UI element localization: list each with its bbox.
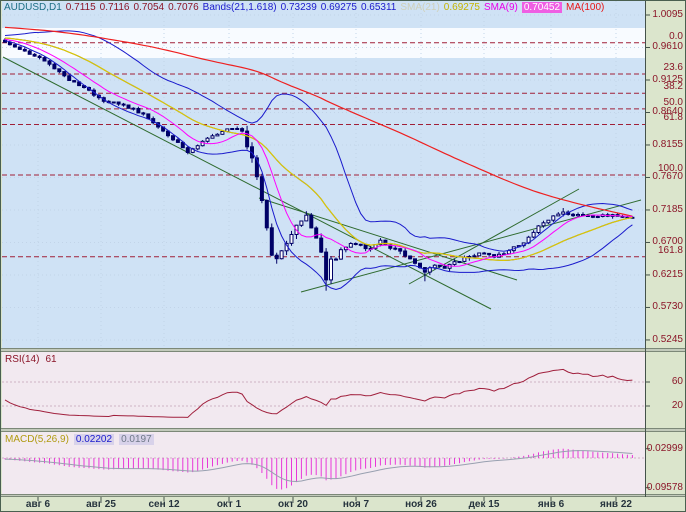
low-value: 0.7054 — [133, 2, 164, 13]
fib-level-label: 161.8 — [646, 246, 683, 256]
date-label: окт 1 — [201, 500, 257, 510]
date-label: авг 25 — [73, 500, 129, 510]
bands-lower-value: 0.65311 — [361, 2, 396, 13]
price-axis-label: 0.7185 — [646, 205, 683, 215]
date-label: авг 6 — [10, 500, 66, 510]
rsi-current-value: 61 — [45, 354, 56, 365]
date-label: окт 20 — [265, 500, 321, 510]
bands-indicator-label: Bands(21,1.618) — [203, 2, 277, 13]
macd-axis-label: 0.09578 — [646, 483, 683, 493]
chart-header: AUDUSD,D1 0.7115 0.7116 0.7054 0.7076 Ba… — [4, 2, 686, 13]
time-axis[interactable]: авг 6 авг 25 сен 12 окт 1 окт 20 ноя 7 ноя 26 д… — [1, 497, 686, 512]
fib-level-label: 50.0 — [646, 98, 683, 108]
fib-level-label: 38.2 — [646, 82, 683, 92]
bands-upper-value: 0.73239 — [281, 2, 317, 13]
sma21-value: 0.69275 — [444, 2, 480, 13]
date-label: дек 15 — [456, 500, 512, 510]
macd-axis-label: 0.02999 — [646, 444, 683, 454]
macd-main-value-chip: 0.02202 — [74, 434, 114, 445]
sma9-value-chip: 0.70452 — [522, 2, 562, 13]
price-axis-label: 0.9610 — [646, 42, 683, 52]
sma9-indicator-label: SMA(9) — [484, 2, 518, 13]
date-label: янв 6 — [523, 500, 579, 510]
sma21-indicator-label: SMA(21) — [400, 2, 439, 13]
bands-middle-value: 0.69275 — [321, 2, 357, 13]
price-axis-label: 0.5245 — [646, 335, 683, 345]
rsi-indicator-header: RSI(14) 61 — [5, 354, 57, 365]
macd-signal-value-chip: 0.0197 — [119, 434, 154, 445]
high-value: 0.7116 — [100, 2, 130, 13]
sma100-indicator-label: MA(100) — [566, 2, 604, 13]
date-label: янв 22 — [588, 500, 644, 510]
open-value: 0.7115 — [66, 2, 96, 13]
trading-chart-window: AUDUSD,D1 0.7115 0.7116 0.7054 0.7076 Ba… — [0, 0, 686, 512]
price-axis-label: 0.5730 — [646, 302, 683, 312]
date-label: сен 12 — [136, 500, 192, 510]
date-label: ноя 7 — [328, 500, 384, 510]
rsi-indicator-label: RSI(14) — [5, 354, 39, 365]
fib-level-label: 23.6 — [646, 63, 683, 73]
macd-indicator-header: MACD(5,26,9) 0.02202 0.0197 — [5, 434, 154, 445]
macd-indicator-label: MACD(5,26,9) — [5, 434, 69, 445]
fib-level-label: 0.0 — [646, 32, 683, 42]
fib-level-label: 100.0 — [646, 164, 683, 174]
price-axis-label: 0.8155 — [646, 140, 683, 150]
close-value: 0.7076 — [168, 2, 199, 13]
symbol-timeframe-label: AUDUSD,D1 — [4, 2, 62, 13]
price-axis-label: 0.6215 — [646, 270, 683, 280]
fib-level-label: 61.8 — [646, 113, 683, 123]
rsi-axis-label: 20 — [646, 401, 683, 411]
date-label: ноя 26 — [393, 500, 449, 510]
rsi-axis-label: 60 — [646, 377, 683, 387]
price-axis[interactable]: 1.00950.96100.91250.86400.81550.76700.71… — [646, 1, 686, 497]
